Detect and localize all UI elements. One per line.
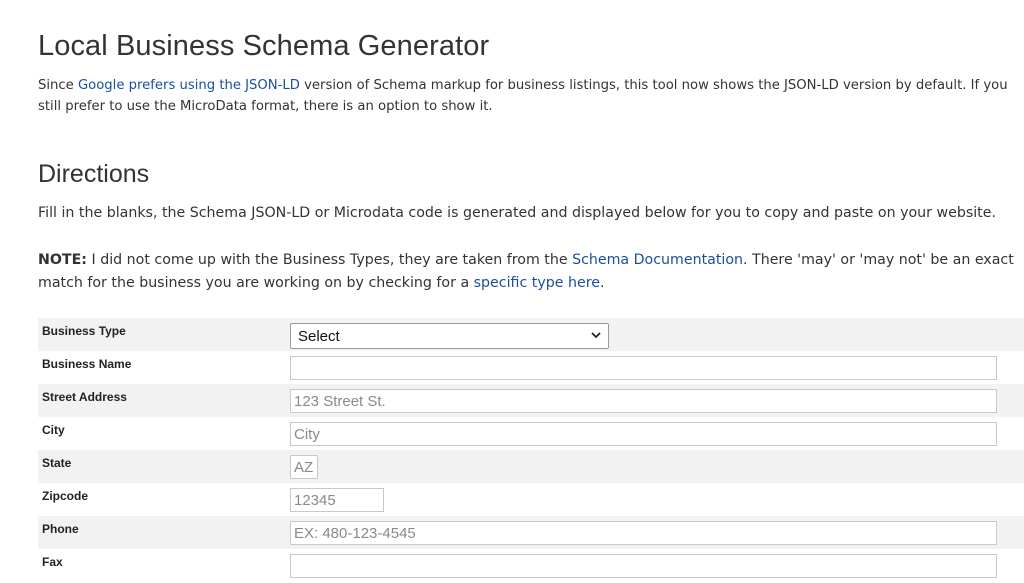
note-paragraph: NOTE: I did not come up with the Busines… [38,249,1023,295]
phone-input[interactable] [290,521,997,545]
street-address-row: Street Address [38,384,1024,417]
chevron-down-icon [591,332,601,339]
fax-input[interactable] [290,554,997,578]
note-text-1: I did not come up with the Business Type… [86,252,573,268]
schema-documentation-link[interactable]: Schema Documentation [572,252,743,268]
zipcode-label: Zipcode [42,489,89,503]
fax-row: Fax [38,549,1024,582]
json-ld-link[interactable]: Google prefers using the JSON-LD [78,78,300,93]
street-address-input[interactable] [290,389,997,413]
business-type-label: Business Type [42,324,126,338]
state-input[interactable] [290,455,318,479]
phone-label: Phone [42,522,79,536]
phone-row: Phone [38,516,1024,549]
street-address-label: Street Address [42,390,127,404]
intro-paragraph: Since Google prefers using the JSON-LD v… [38,75,1018,117]
business-name-label: Business Name [42,357,132,371]
business-form: Business Type Select Business Name Stree… [38,318,1024,582]
directions-text: Fill in the blanks, the Schema JSON-LD o… [38,205,996,221]
zipcode-row: Zipcode [38,483,1024,516]
page-title: Local Business Schema Generator [38,30,490,62]
page: Local Business Schema Generator Since Go… [0,0,1024,583]
city-row: City [38,417,1024,450]
zipcode-input[interactable] [290,488,384,512]
business-type-selected-value: Select [298,328,340,345]
city-input[interactable] [290,422,997,446]
business-name-row: Business Name [38,351,1024,384]
intro-text-start: Since [38,78,78,93]
note-text-3: . [599,275,605,291]
directions-heading: Directions [38,160,150,188]
business-name-input[interactable] [290,356,997,380]
business-type-row: Business Type Select [38,318,1024,351]
business-type-select[interactable]: Select [290,323,609,349]
state-label: State [42,456,72,470]
fax-label: Fax [42,555,63,569]
note-label: NOTE: [38,252,87,268]
specific-type-link[interactable]: specific type here [474,275,600,291]
city-label: City [42,423,65,437]
state-row: State [38,450,1024,483]
